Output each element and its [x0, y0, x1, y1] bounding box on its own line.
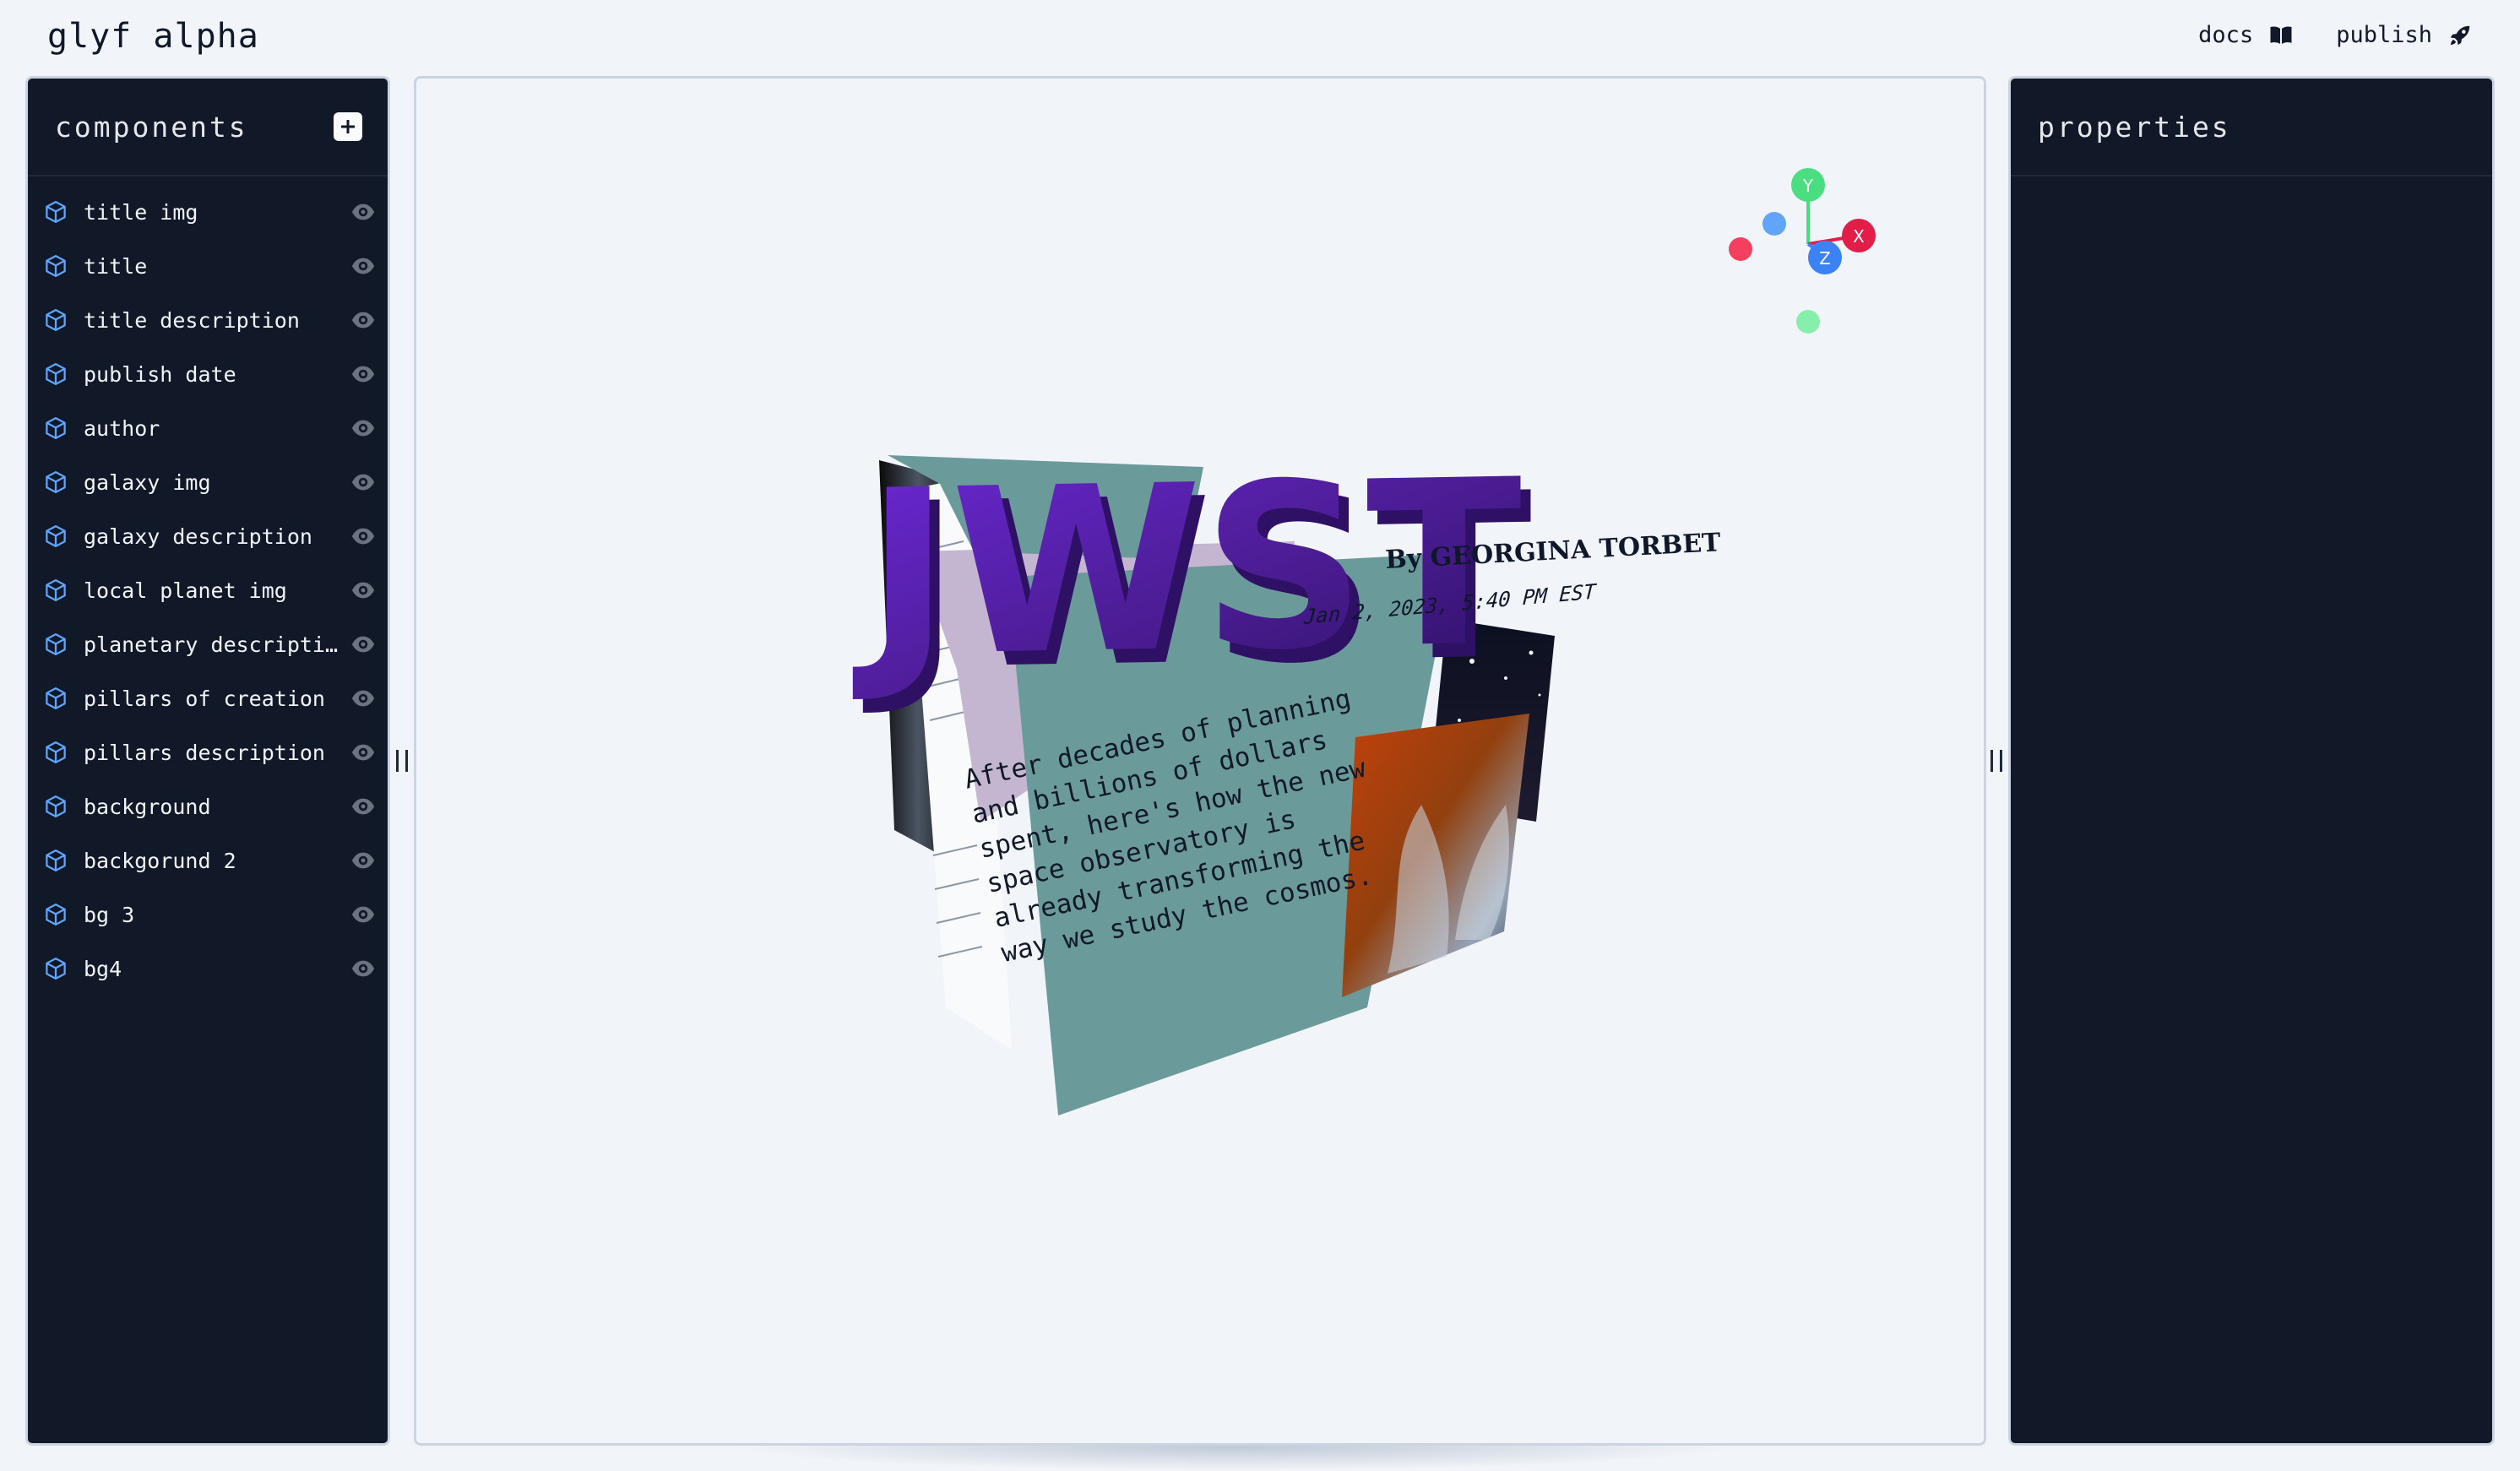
- properties-title: properties: [2038, 110, 2231, 144]
- component-label: bg4: [84, 956, 122, 981]
- add-component-button[interactable]: [334, 112, 362, 141]
- component-item[interactable]: publish date: [28, 347, 388, 401]
- top-actions: docs publish: [2198, 22, 2473, 48]
- eye-icon[interactable]: [350, 470, 376, 495]
- eye-icon[interactable]: [350, 307, 376, 333]
- component-item[interactable]: bg 3: [28, 887, 388, 942]
- cube-icon: [46, 309, 66, 331]
- eye-icon[interactable]: [350, 956, 376, 981]
- eye-icon[interactable]: [350, 578, 376, 603]
- component-item[interactable]: galaxy description: [28, 509, 388, 563]
- eye-icon[interactable]: [350, 686, 376, 711]
- plus-icon: [341, 120, 355, 133]
- eye-icon[interactable]: [350, 902, 376, 927]
- component-label: author: [84, 415, 160, 441]
- top-bar: glyf alpha docs publish: [0, 0, 2520, 76]
- cube-icon: [46, 201, 66, 223]
- axis-neg-z-handle[interactable]: [1762, 212, 1786, 236]
- component-label: local planet img: [84, 578, 287, 603]
- cube-icon: [46, 958, 66, 980]
- component-label: title description: [84, 307, 300, 333]
- component-label: planetary descripti…: [84, 632, 339, 657]
- publish-label: publish: [2336, 22, 2432, 48]
- cube-icon: [46, 741, 66, 763]
- cube-icon: [46, 579, 66, 601]
- cube-icon: [46, 904, 66, 925]
- properties-panel: properties: [2008, 76, 2495, 1446]
- component-item[interactable]: title description: [28, 293, 388, 347]
- eye-icon[interactable]: [350, 794, 376, 819]
- eye-icon[interactable]: [350, 740, 376, 765]
- cube-icon: [46, 363, 66, 385]
- eye-icon[interactable]: [350, 632, 376, 657]
- docs-button[interactable]: docs: [2198, 22, 2294, 48]
- eye-icon[interactable]: [350, 848, 376, 873]
- scene-viewport[interactable]: JWST JWST By GEORGINA TORBET Jan 2, 2023…: [414, 76, 1986, 1446]
- eye-icon[interactable]: [350, 415, 376, 441]
- properties-header: properties: [2011, 79, 2492, 176]
- component-item[interactable]: bg4: [28, 942, 388, 996]
- cube-icon: [46, 849, 66, 871]
- docs-label: docs: [2198, 22, 2254, 48]
- cube-icon: [46, 417, 66, 439]
- book-icon: [2270, 25, 2292, 44]
- component-item[interactable]: pillars description: [28, 725, 388, 779]
- component-item[interactable]: pillars of creation: [28, 671, 388, 725]
- axis-neg-y-handle[interactable]: [1796, 310, 1820, 334]
- cube-icon: [46, 471, 66, 493]
- right-resize-handle[interactable]: [1990, 750, 2002, 772]
- component-label: galaxy description: [84, 524, 312, 549]
- axis-z-label: Z: [1819, 248, 1831, 269]
- publish-button[interactable]: publish: [2336, 22, 2473, 48]
- component-item[interactable]: background: [28, 779, 388, 833]
- eye-icon[interactable]: [350, 253, 376, 279]
- cube-icon: [46, 525, 66, 547]
- components-panel: components title img title title descripti…: [25, 76, 390, 1446]
- component-item[interactable]: galaxy img: [28, 455, 388, 509]
- components-list: title img title title description publish d…: [28, 176, 388, 996]
- app-title: glyf alpha: [47, 17, 259, 56]
- cube-icon: [46, 633, 66, 655]
- cube-icon: [46, 795, 66, 817]
- components-title: components: [55, 110, 248, 144]
- component-item[interactable]: title img: [28, 185, 388, 239]
- component-label: title: [84, 253, 148, 279]
- component-item[interactable]: local planet img: [28, 563, 388, 617]
- component-label: galaxy img: [84, 470, 211, 495]
- viewport-shadow: [726, 1446, 1740, 1471]
- axis-neg-x-handle[interactable]: [1729, 237, 1752, 261]
- eye-icon[interactable]: [350, 524, 376, 549]
- component-label: publish date: [84, 361, 236, 387]
- component-label: title img: [84, 199, 198, 225]
- component-label: bg 3: [84, 902, 135, 927]
- component-item[interactable]: author: [28, 401, 388, 455]
- component-item[interactable]: planetary descripti…: [28, 617, 388, 671]
- components-header: components: [28, 79, 388, 176]
- title-headline[interactable]: JWST JWST: [851, 430, 1533, 721]
- component-item[interactable]: title: [28, 239, 388, 293]
- rocket-icon: [2450, 25, 2470, 45]
- component-item[interactable]: backgorund 2: [28, 833, 388, 887]
- eye-icon[interactable]: [350, 361, 376, 387]
- component-label: pillars description: [84, 740, 325, 765]
- component-label: backgorund 2: [84, 848, 236, 873]
- cube-icon: [46, 255, 66, 277]
- cube-icon: [46, 687, 66, 709]
- eye-icon[interactable]: [350, 199, 376, 225]
- axis-x-label: X: [1853, 226, 1865, 247]
- component-label: pillars of creation: [84, 686, 325, 711]
- axis-gizmo[interactable]: Y X Z: [1717, 163, 1920, 349]
- axis-y-label: Y: [1802, 176, 1814, 196]
- left-resize-handle[interactable]: [396, 750, 408, 772]
- component-label: background: [84, 794, 211, 819]
